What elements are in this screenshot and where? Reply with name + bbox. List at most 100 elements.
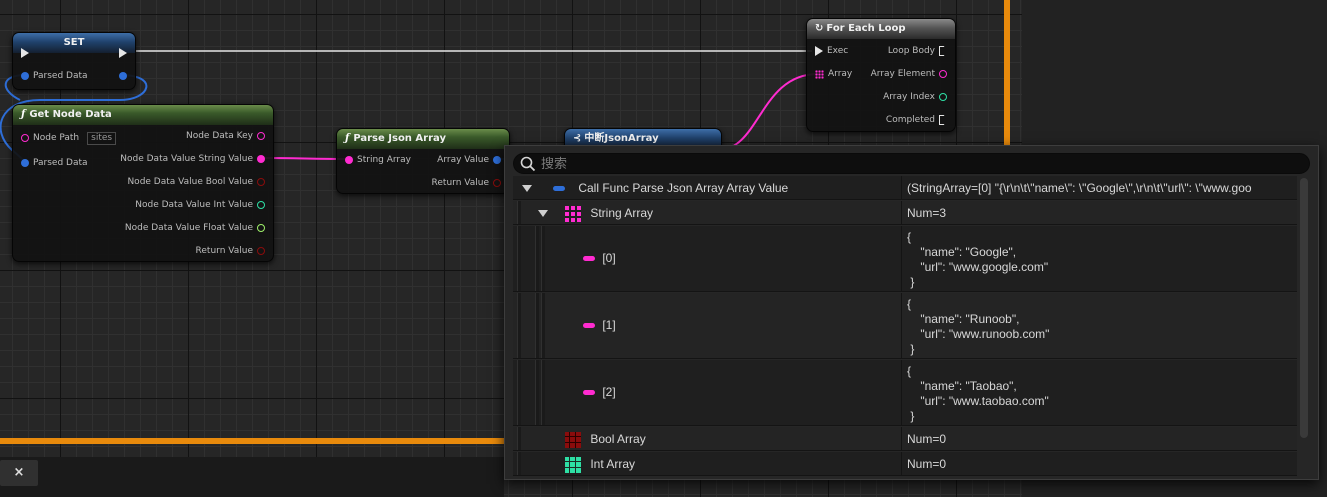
node-data-string-label: Node Data Value String Value bbox=[120, 154, 253, 164]
string-pin-icon bbox=[939, 70, 947, 78]
float-pin-icon bbox=[257, 224, 265, 232]
tree-guide bbox=[535, 226, 539, 291]
tree-row-array-value[interactable]: Call Func Parse Json Array Array Value (… bbox=[513, 176, 1297, 200]
parse-return-pin[interactable]: Return Value bbox=[428, 176, 501, 190]
struct-pin-icon bbox=[553, 186, 565, 192]
break-struct-icon: ⊰ bbox=[573, 133, 582, 144]
node-path-pin[interactable]: Node Path sites bbox=[21, 131, 117, 145]
watch-value-popup[interactable]: 搜索 Call Func Parse Json Array Array Valu… bbox=[504, 145, 1319, 480]
tree-row-value: Num=3 bbox=[907, 206, 947, 220]
int-pin-icon bbox=[257, 201, 265, 209]
tree-row-name: Call Func Parse Json Array Array Value bbox=[578, 181, 789, 195]
tree-row-label: [0] bbox=[583, 250, 616, 266]
tree-row-value: { "name": "Google", "url": "www.google.c… bbox=[907, 230, 1049, 289]
tree-guide bbox=[517, 452, 521, 475]
column-divider bbox=[901, 201, 902, 224]
loop-completed-pin[interactable]: Completed bbox=[882, 113, 947, 127]
parse-return-label: Return Value bbox=[431, 178, 489, 188]
loop-body-label: Loop Body bbox=[887, 46, 935, 56]
array-value-out-label: Array Value bbox=[437, 155, 489, 165]
tree-row-name: [0] bbox=[602, 251, 616, 265]
bottom-bar bbox=[0, 457, 504, 497]
node-data-key-label: Node Data Key bbox=[185, 131, 253, 141]
tree-row-label: Call Func Parse Json Array Array Value bbox=[553, 176, 788, 200]
column-divider bbox=[901, 293, 902, 358]
bool-array-icon bbox=[565, 431, 581, 448]
get-node-data-node[interactable]: ƒ Get Node Data Node Path sites Parsed Dat… bbox=[12, 104, 274, 262]
tree-row-element-0[interactable]: [0] { "name": "Google", "url": "www.goog… bbox=[513, 226, 1297, 292]
for-each-loop-header[interactable]: ↻ For Each Loop bbox=[807, 19, 955, 39]
bool-pin-icon bbox=[257, 178, 265, 186]
column-divider bbox=[901, 427, 902, 450]
tree-row-label: [1] bbox=[583, 317, 616, 333]
function-icon: ƒ bbox=[21, 109, 26, 120]
search-placeholder: 搜索 bbox=[541, 157, 568, 172]
get-node-data-return-pin[interactable]: Return Value bbox=[192, 244, 265, 258]
tree-row-label: Int Array bbox=[565, 452, 635, 476]
node-data-float-label: Node Data Value Float Value bbox=[124, 223, 253, 233]
node-path-label: Node Path bbox=[33, 133, 80, 143]
column-divider bbox=[901, 226, 902, 291]
function-icon: ƒ bbox=[345, 133, 350, 144]
loop-exec-in-pin[interactable]: Exec bbox=[815, 44, 852, 58]
parse-json-array-header[interactable]: ƒ Parse Json Array bbox=[337, 129, 509, 149]
get-node-data-return-label: Return Value bbox=[195, 246, 253, 256]
tree-row-label: [2] bbox=[583, 384, 616, 400]
column-divider bbox=[901, 452, 902, 475]
tree-row-name: String Array bbox=[590, 206, 654, 220]
close-button[interactable]: × bbox=[0, 460, 38, 486]
expand-arrow-icon[interactable] bbox=[522, 185, 532, 192]
scrollbar-thumb[interactable] bbox=[1300, 178, 1308, 438]
tree-guide bbox=[535, 360, 539, 425]
set-parsed-data-out[interactable] bbox=[119, 69, 127, 83]
node-data-int-pin[interactable]: Node Data Value Int Value bbox=[131, 198, 265, 212]
exec-out-icon bbox=[939, 115, 947, 125]
array-wire bbox=[717, 73, 819, 151]
loop-array-in-pin[interactable]: Array bbox=[815, 67, 856, 81]
set-node-header[interactable]: SET bbox=[13, 33, 135, 53]
for-each-loop-node[interactable]: ↻ For Each Loop Exec Array Loop Body Arra… bbox=[806, 18, 956, 132]
tree-row-string-array[interactable]: String Array Num=3 bbox=[513, 201, 1297, 225]
array-value-out-pin[interactable]: Array Value bbox=[433, 153, 501, 167]
exec-out-icon bbox=[119, 47, 127, 58]
tree-row-element-2[interactable]: [2] { "name": "Taobao", "url": "www.taob… bbox=[513, 360, 1297, 426]
tree-guide bbox=[541, 226, 545, 291]
parse-json-array-title: Parse Json Array bbox=[353, 133, 446, 144]
tree-row-name: Int Array bbox=[590, 457, 636, 471]
node-data-bool-pin[interactable]: Node Data Value Bool Value bbox=[123, 175, 265, 189]
node-data-string-pin[interactable]: Node Data Value String Value bbox=[116, 152, 265, 166]
tree-guide bbox=[535, 293, 539, 358]
string-array-in-pin[interactable]: String Array bbox=[345, 153, 415, 167]
parsed-data-in-label: Parsed Data bbox=[33, 158, 88, 168]
set-exec-out[interactable] bbox=[119, 46, 127, 60]
string-array-icon bbox=[565, 205, 581, 222]
tree-guide bbox=[517, 360, 521, 425]
node-data-float-pin[interactable]: Node Data Value Float Value bbox=[121, 221, 265, 235]
tree-row-label: Bool Array bbox=[565, 427, 646, 451]
loop-body-pin[interactable]: Loop Body bbox=[884, 44, 947, 58]
tree-row-name: [1] bbox=[602, 318, 616, 332]
node-data-key-pin[interactable]: Node Data Key bbox=[182, 129, 265, 143]
set-node[interactable]: SET Parsed Data bbox=[12, 32, 136, 90]
set-parsed-data-label: Parsed Data bbox=[33, 71, 88, 81]
loop-exec-label: Exec bbox=[827, 46, 849, 56]
expand-arrow-icon[interactable] bbox=[538, 210, 548, 217]
set-exec-in[interactable] bbox=[21, 46, 29, 60]
tree-guide bbox=[517, 226, 521, 291]
tree-row-int-array[interactable]: Int Array Num=0 bbox=[513, 452, 1297, 476]
tree-guide bbox=[541, 360, 545, 425]
tree-row-bool-array[interactable]: Bool Array Num=0 bbox=[513, 427, 1297, 451]
search-input[interactable]: 搜索 bbox=[513, 153, 1310, 174]
tree-row-element-1[interactable]: [1] { "name": "Runoob", "url": "www.runo… bbox=[513, 293, 1297, 359]
int-array-icon bbox=[565, 456, 581, 473]
set-parsed-data-pin[interactable]: Parsed Data bbox=[21, 69, 92, 83]
parsed-data-in-pin[interactable]: Parsed Data bbox=[21, 156, 92, 170]
parse-json-array-node[interactable]: ƒ Parse Json Array String Array Array Val… bbox=[336, 128, 510, 194]
get-node-data-header[interactable]: ƒ Get Node Data bbox=[13, 105, 273, 125]
column-divider bbox=[901, 176, 902, 199]
string-pin-icon bbox=[345, 156, 353, 164]
node-path-input[interactable]: sites bbox=[87, 131, 117, 145]
string-pin-icon bbox=[21, 134, 29, 142]
array-element-pin[interactable]: Array Element bbox=[867, 67, 947, 81]
array-index-pin[interactable]: Array Index bbox=[879, 90, 947, 104]
